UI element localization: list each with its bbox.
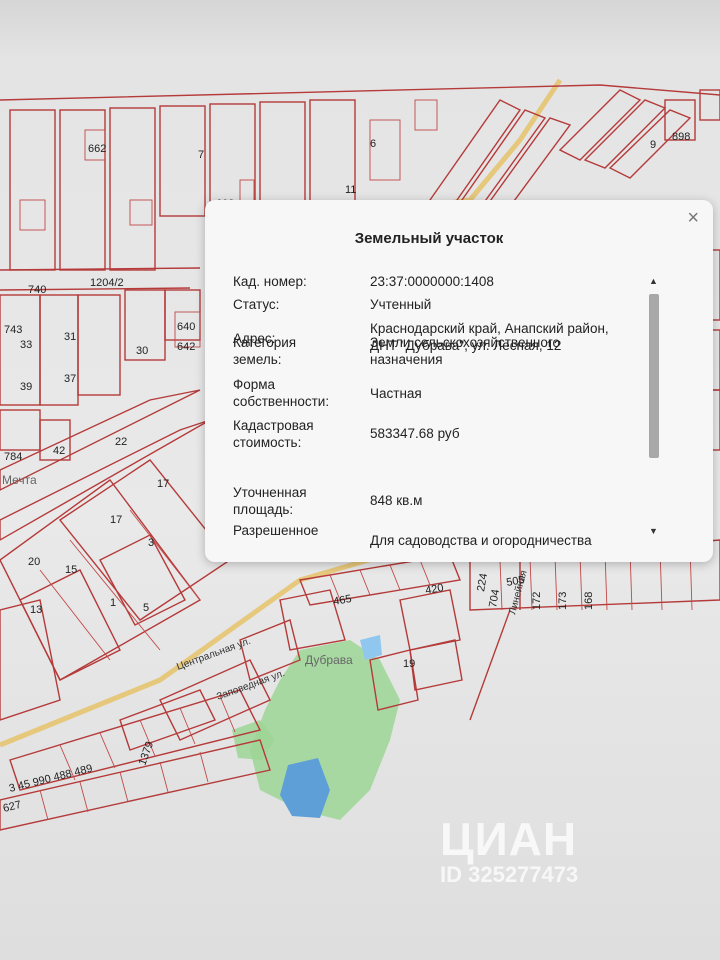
parcel-number: 465 <box>332 593 352 608</box>
field-label-line: Кадастровая <box>233 418 314 433</box>
parcel-number: 22 <box>115 436 127 448</box>
map-screen[interactable]: 662 603 7 6 11 740 1204/2 743 640 642 30… <box>0 0 720 960</box>
field-label: Разрешенное <box>233 523 319 538</box>
parcel-number: 172 <box>531 592 543 610</box>
close-icon[interactable]: × <box>687 208 699 228</box>
scroll-down-icon[interactable]: ▼ <box>649 526 658 536</box>
field-label: Категория земель: <box>233 334 363 368</box>
field-value: 848 кв.м <box>370 493 423 508</box>
parcel-number: 898 <box>672 131 690 143</box>
field-value: Частная <box>370 386 422 401</box>
parcel-number: 784 <box>4 451 22 463</box>
field-label-line: земель: <box>233 352 282 367</box>
scroll-thumb[interactable] <box>649 294 659 458</box>
place-label-mechta: Мечта <box>2 473 37 487</box>
field-label-line: Уточненная <box>233 485 307 500</box>
parcel-number: 173 <box>557 592 569 610</box>
watermark-id: ID 325277473 <box>440 862 579 887</box>
field-label-line: площадь: <box>233 502 294 517</box>
land-plot-popup: × Земельный участок Кад. номер: 23:37:00… <box>205 200 713 562</box>
parcel-number: 11 <box>345 184 356 196</box>
parcel-number: 15 <box>65 564 77 576</box>
parcel-number: 5 <box>143 602 149 614</box>
parcel-number: 740 <box>28 284 46 296</box>
popup-scrollbar[interactable]: ▲ ▼ <box>647 276 661 541</box>
field-value: Земли сельскохозяйственного назначения <box>370 334 660 368</box>
parcel-number: 3 <box>148 537 154 549</box>
field-label: Кадастровая стоимость: <box>233 417 363 451</box>
parcel-number: 13 <box>30 604 42 616</box>
parcel-number: 17 <box>110 514 122 526</box>
parcel-number: 19 <box>403 658 415 670</box>
parcel-number: 168 <box>583 592 595 610</box>
parcel-number: 30 <box>136 345 148 357</box>
parcel-number: 39 <box>20 381 32 393</box>
parcel-number: 704 <box>487 588 502 608</box>
parcel-number: 420 <box>424 582 444 597</box>
field-label-line: стоимость: <box>233 435 302 450</box>
field-label-line: Форма <box>233 377 276 392</box>
parcel-number: 1 <box>110 597 116 609</box>
field-label: Статус: <box>233 297 280 312</box>
popup-title: Земельный участок <box>354 230 504 247</box>
parcel-number: 17 <box>157 478 169 490</box>
parcel-number: 642 <box>177 341 195 353</box>
field-label: Форма собственности: <box>233 376 363 410</box>
field-label: Уточненная площадь: <box>233 484 363 518</box>
field-value: Для садоводства и огородничества <box>370 533 592 548</box>
parcel-number: 743 <box>4 324 22 336</box>
parcel-number: 224 <box>475 572 490 592</box>
field-label: Кад. номер: <box>233 274 307 289</box>
parcel-number: 6 <box>370 138 376 150</box>
field-value: Учтенный <box>370 297 432 312</box>
scroll-up-icon[interactable]: ▲ <box>649 276 658 286</box>
parcel-number: 3 45 990 488 489 <box>8 763 94 795</box>
parcel-number: 640 <box>177 321 195 333</box>
parcel-number: 37 <box>64 373 76 385</box>
field-value-line: назначения <box>370 352 443 367</box>
parcel-number: 31 <box>64 331 76 343</box>
parcel-number: 20 <box>28 556 40 568</box>
field-value: 23:37:0000000:1408 <box>370 274 494 289</box>
parcel-number: 1379 <box>137 740 157 767</box>
field-label-line: собственности: <box>233 394 330 409</box>
watermark: ЦИАН ID 325277473 <box>440 812 578 888</box>
field-value-line: Земли сельскохозяйственного <box>370 335 561 350</box>
parcel-number: 662 <box>88 143 106 155</box>
parcel-number: 1204/2 <box>90 277 124 289</box>
watermark-logo: ЦИАН <box>440 813 578 865</box>
place-label-dubrava: Дубрава <box>305 653 353 667</box>
parcel-number: 42 <box>53 445 65 457</box>
field-value: 583347.68 руб <box>370 426 460 441</box>
parcel-number: 9 <box>650 139 656 151</box>
road-north <box>399 78 563 213</box>
parcel-number: 7 <box>198 149 204 161</box>
parcel-number: 33 <box>20 339 32 351</box>
parcel-number: 627 <box>2 799 23 815</box>
field-label-line: Категория <box>233 335 297 350</box>
